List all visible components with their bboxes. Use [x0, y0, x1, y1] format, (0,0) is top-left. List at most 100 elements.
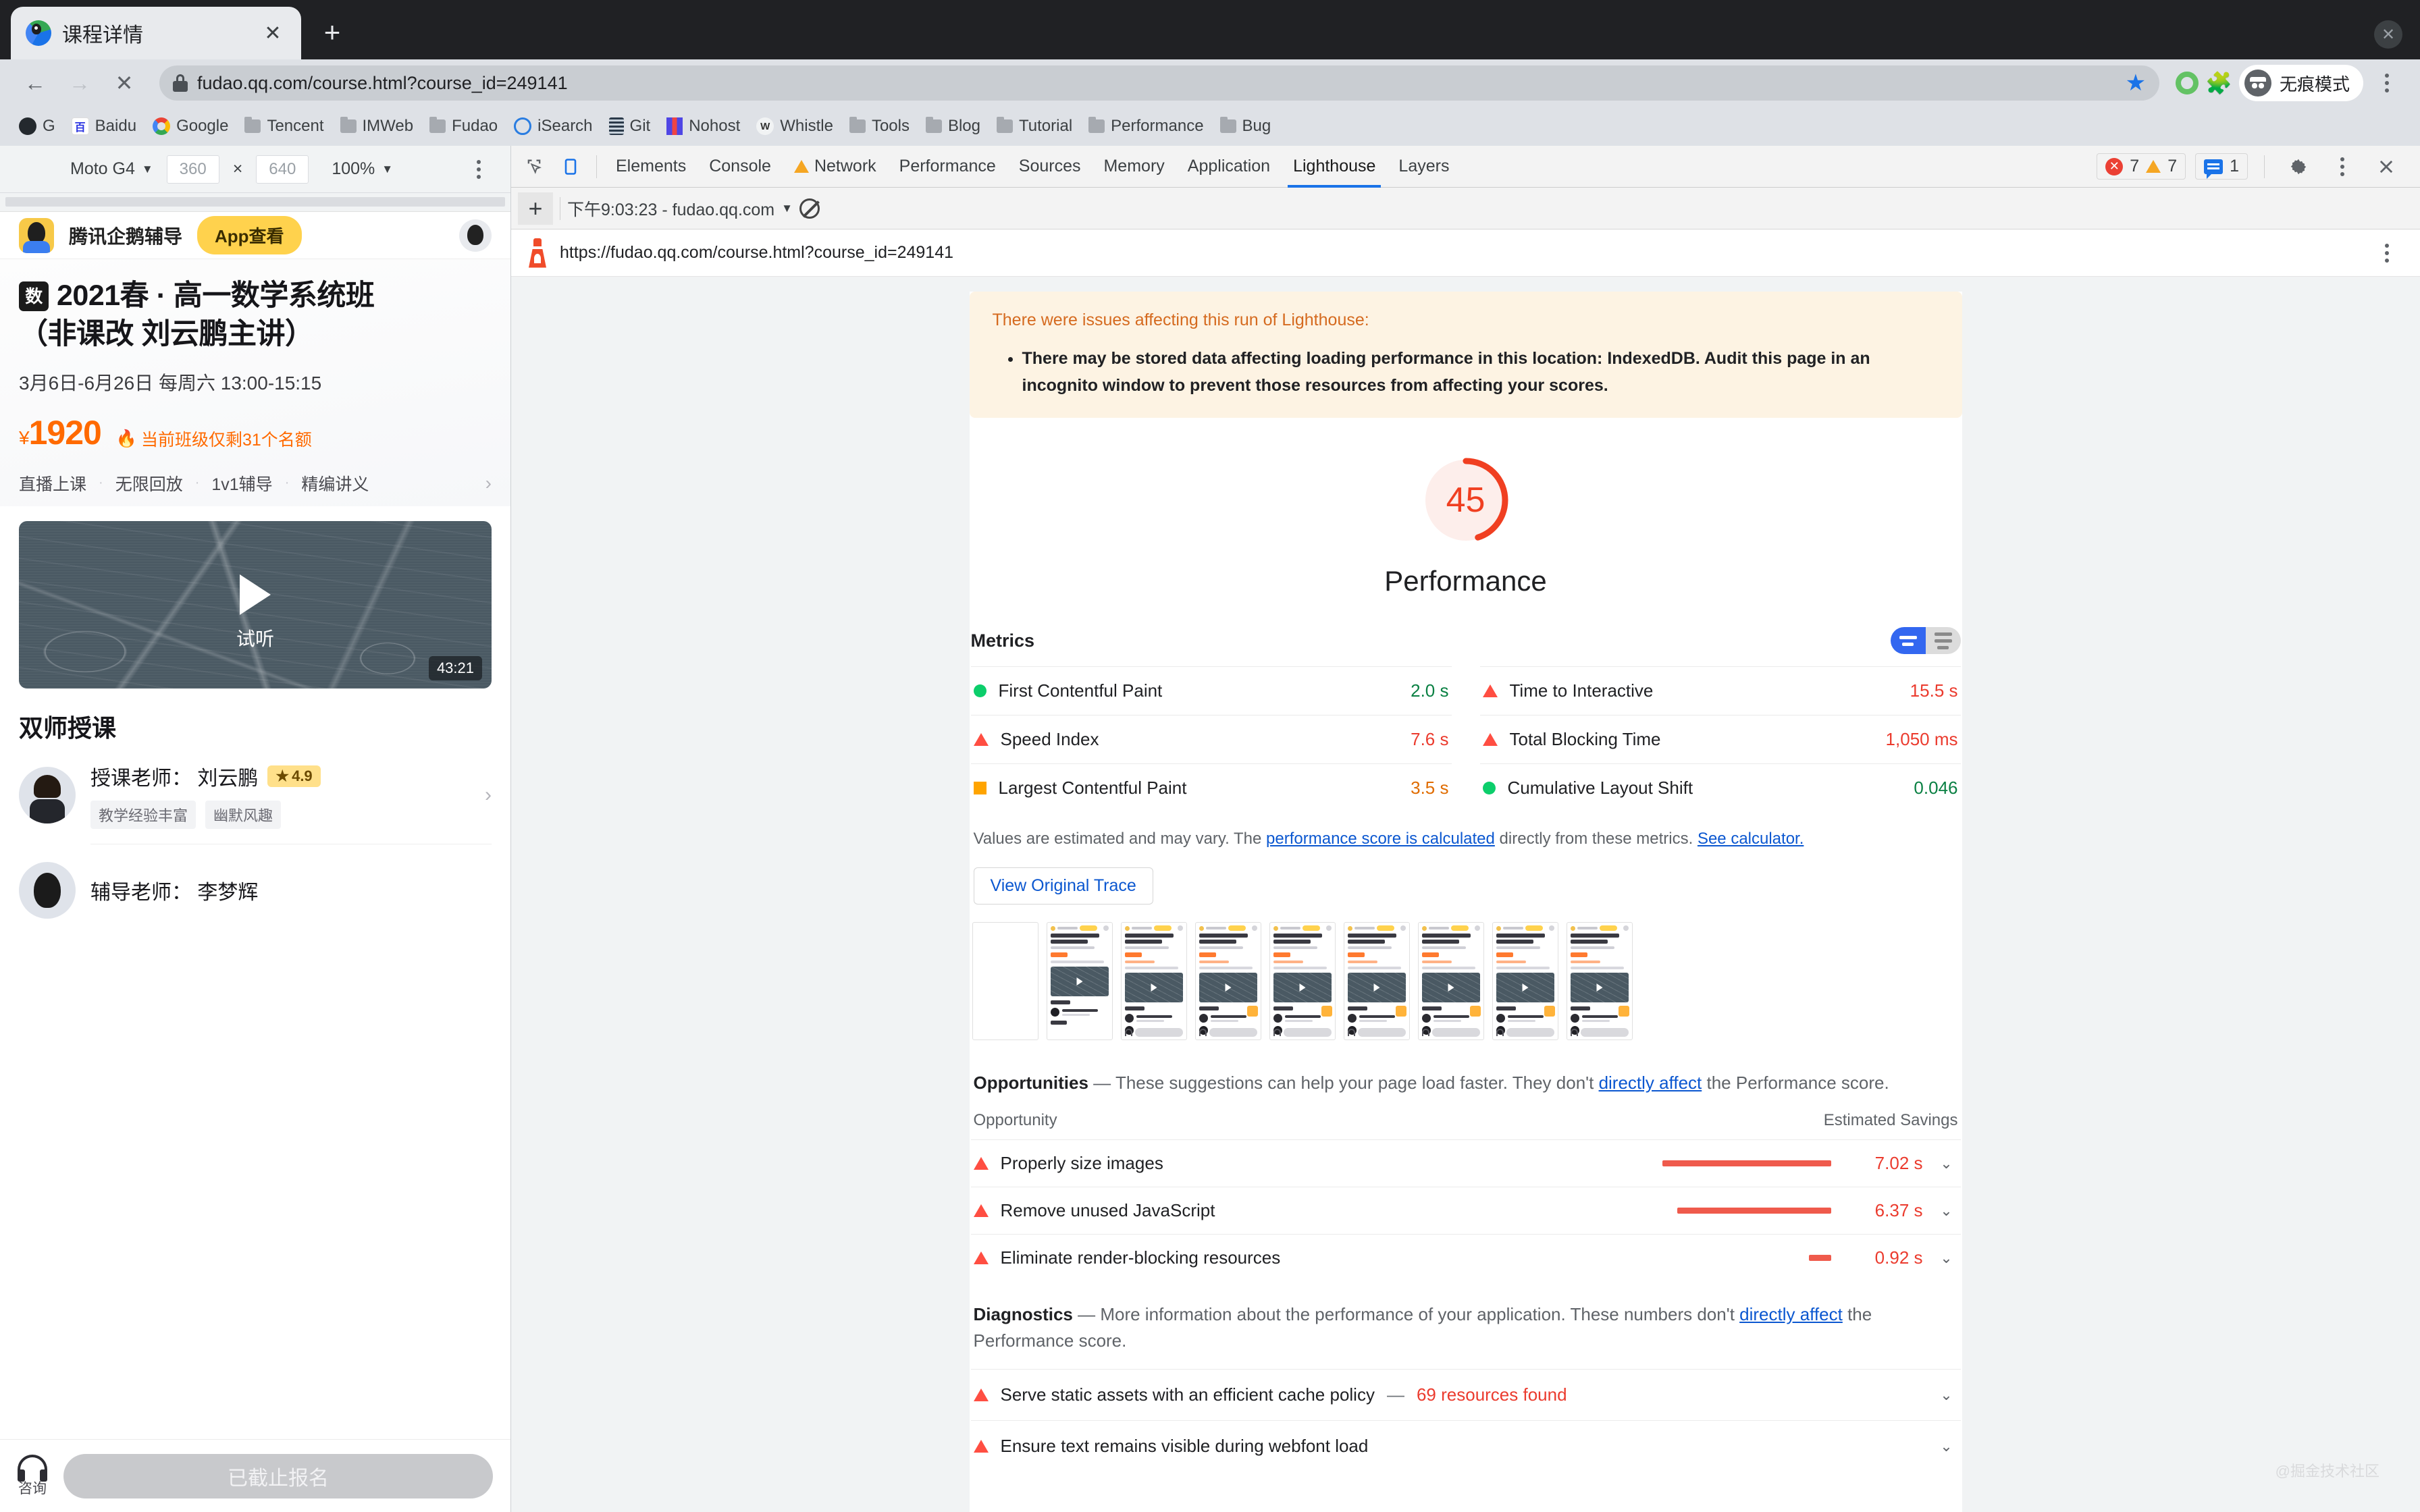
- google-icon: [153, 117, 170, 135]
- incognito-indicator[interactable]: 无痕模式: [2239, 65, 2363, 101]
- bookmark-item[interactable]: Tencent: [238, 114, 330, 138]
- device-toolbar-toggle-icon[interactable]: [553, 149, 588, 184]
- tab-lighthouse[interactable]: Lighthouse: [1282, 146, 1386, 188]
- directly-affect-link[interactable]: directly affect: [1599, 1073, 1702, 1093]
- bookmark-item[interactable]: iSearch: [507, 114, 599, 138]
- stock-notice: 🔥当前班级仅剩31个名额: [116, 427, 312, 451]
- opportunity-row[interactable]: Properly size images 7.02 s ⌄: [971, 1139, 1961, 1187]
- folder-icon: [849, 119, 866, 133]
- address-bar[interactable]: fudao.qq.com/course.html?course_id=24914…: [159, 65, 2159, 101]
- window-close-button[interactable]: ✕: [2374, 20, 2402, 49]
- device-height-input[interactable]: 640: [256, 155, 309, 184]
- metric-row[interactable]: Largest Contentful Paint 3.5 s: [971, 763, 1452, 812]
- penguin-logo-icon: [19, 218, 54, 253]
- chevron-right-icon[interactable]: ›: [485, 473, 492, 494]
- chevron-down-icon[interactable]: ⌄: [1935, 1249, 1958, 1267]
- report-menu-icon[interactable]: [2370, 236, 2404, 270]
- metric-value: 3.5 s: [1411, 778, 1448, 799]
- course-video-preview[interactable]: 试听 43:21: [19, 521, 492, 688]
- device-name: Moto G4: [70, 159, 135, 179]
- metrics-view-toggle[interactable]: [1891, 627, 1961, 654]
- bookmark-label: Performance: [1111, 117, 1203, 136]
- bookmark-item[interactable]: Fudao: [423, 114, 504, 138]
- bookmark-item[interactable]: WWhistle: [749, 114, 840, 138]
- close-icon[interactable]: ✕: [259, 20, 286, 47]
- bookmark-item[interactable]: Bug: [1213, 114, 1278, 138]
- metric-row[interactable]: Cumulative Layout Shift 0.046: [1480, 763, 1961, 812]
- bookmark-item[interactable]: Nohost: [660, 114, 747, 138]
- bookmark-item[interactable]: Git: [602, 114, 658, 138]
- enroll-button[interactable]: 已截止报名: [63, 1454, 493, 1498]
- chrome-menu-icon[interactable]: [2370, 66, 2404, 100]
- teacher-row[interactable]: 辅导老师： 李梦辉: [19, 862, 492, 934]
- bookmark-item[interactable]: 百Baidu: [65, 114, 143, 138]
- bookmark-star-icon[interactable]: ★: [2126, 70, 2146, 97]
- message-count-box[interactable]: 1: [2195, 153, 2248, 180]
- forward-icon[interactable]: →: [61, 64, 99, 102]
- bookmark-item[interactable]: Tools: [843, 114, 916, 138]
- chevron-down-icon[interactable]: ⌄: [1935, 1438, 1958, 1455]
- tab-console[interactable]: Console: [698, 146, 782, 188]
- bookmark-item[interactable]: Blog: [919, 114, 987, 138]
- lighthouse-report[interactable]: There were issues affecting this run of …: [511, 277, 2420, 1512]
- device-width-input[interactable]: 360: [167, 155, 219, 184]
- diagnostic-row[interactable]: Ensure text remains visible during webfo…: [971, 1420, 1961, 1472]
- see-calculator-link[interactable]: See calculator.: [1698, 830, 1804, 848]
- teacher-row[interactable]: 授课老师： 刘云鹏 ★4.9 教学经验丰富 幽默风趣 ›: [19, 761, 492, 844]
- metric-row[interactable]: Time to Interactive 15.5 s: [1480, 666, 1961, 715]
- tab-layers[interactable]: Layers: [1388, 146, 1460, 188]
- tab-elements[interactable]: Elements: [605, 146, 697, 188]
- chevron-down-icon[interactable]: ⌄: [1935, 1202, 1958, 1220]
- settings-gear-icon[interactable]: [2281, 149, 2316, 184]
- device-viewport[interactable]: 腾讯企鹅辅导 App查看 数2021春 · 高一数学系统班 （非课改 刘云鹏主讲…: [0, 212, 510, 1512]
- chevron-down-icon[interactable]: ⌄: [1935, 1386, 1958, 1404]
- score-calculation-link[interactable]: performance score is calculated: [1266, 830, 1495, 848]
- toggle-expanded-icon[interactable]: [1926, 627, 1961, 654]
- new-tab-button[interactable]: +: [312, 12, 352, 53]
- toggle-compact-icon[interactable]: [1891, 627, 1926, 654]
- devtools-menu-icon[interactable]: [2325, 150, 2359, 184]
- avatar[interactable]: [459, 219, 492, 252]
- bookmark-item[interactable]: G: [12, 114, 62, 138]
- metric-row[interactable]: Total Blocking Time 1,050 ms: [1480, 715, 1961, 763]
- extension-circle-icon[interactable]: [2176, 72, 2199, 94]
- bookmark-item[interactable]: IMWeb: [334, 114, 421, 138]
- tab-application[interactable]: Application: [1177, 146, 1281, 188]
- dash: —: [1387, 1384, 1404, 1405]
- omnibox-toolbar: ← → ✕ fudao.qq.com/course.html?course_id…: [0, 59, 2420, 107]
- tab-sources[interactable]: Sources: [1008, 146, 1092, 188]
- tab-network[interactable]: Network: [783, 146, 887, 188]
- diagnostic-row[interactable]: Serve static assets with an efficient ca…: [971, 1369, 1961, 1420]
- mobile-header: 腾讯企鹅辅导 App查看: [0, 212, 510, 259]
- device-selector[interactable]: Moto G4 ▼: [70, 159, 153, 179]
- inspect-element-icon[interactable]: [517, 149, 552, 184]
- tab-performance[interactable]: Performance: [889, 146, 1007, 188]
- view-original-trace-button[interactable]: View Original Trace: [974, 867, 1153, 905]
- no-entry-icon[interactable]: [799, 198, 820, 219]
- opportunity-row[interactable]: Remove unused JavaScript 6.37 s ⌄: [971, 1187, 1961, 1234]
- opportunity-row[interactable]: Eliminate render-blocking resources 0.92…: [971, 1234, 1961, 1281]
- extensions-puzzle-icon[interactable]: 🧩: [2205, 70, 2232, 96]
- chevron-down-icon[interactable]: ⌄: [1935, 1155, 1958, 1172]
- tab-memory[interactable]: Memory: [1093, 146, 1175, 188]
- open-in-app-button[interactable]: App查看: [197, 216, 302, 254]
- play-icon[interactable]: [240, 574, 271, 615]
- back-icon[interactable]: ←: [16, 64, 54, 102]
- zoom-selector[interactable]: 100% ▼: [332, 159, 393, 179]
- close-devtools-icon[interactable]: [2369, 149, 2404, 184]
- bookmark-item[interactable]: Google: [146, 114, 235, 138]
- device-menu-icon[interactable]: [462, 153, 496, 186]
- bookmark-item[interactable]: Tutorial: [990, 114, 1079, 138]
- issue-counts[interactable]: ✕ 7 7: [2097, 153, 2186, 180]
- consult-button[interactable]: 咨询: [18, 1455, 47, 1498]
- metric-row[interactable]: Speed Index 7.6 s: [971, 715, 1452, 763]
- bookmark-item[interactable]: Performance: [1082, 114, 1210, 138]
- report-content: There were issues affecting this run of …: [970, 292, 1962, 1512]
- new-audit-button[interactable]: +: [518, 192, 553, 225]
- metric-row[interactable]: First Contentful Paint 2.0 s: [971, 666, 1452, 715]
- browser-tab[interactable]: 课程详情 ✕: [11, 7, 301, 59]
- directly-affect-link[interactable]: directly affect: [1739, 1304, 1843, 1324]
- audit-run-selector[interactable]: 下午9:03:23 - fudao.qq.com ▼: [567, 196, 793, 221]
- stop-icon[interactable]: ✕: [105, 64, 143, 102]
- chevron-right-icon[interactable]: ›: [485, 784, 492, 807]
